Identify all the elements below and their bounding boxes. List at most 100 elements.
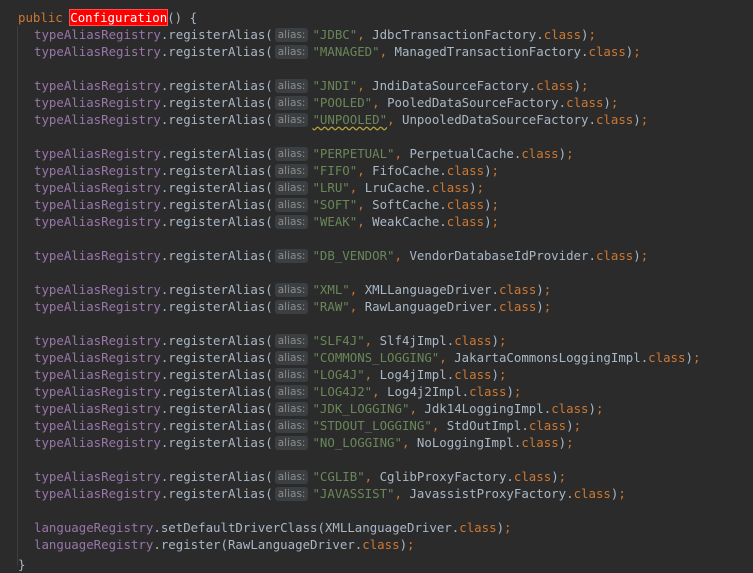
alias-string[interactable]: "JAVASSIST" <box>312 486 394 501</box>
alias-string[interactable]: "JDBC" <box>312 27 357 42</box>
registry-object[interactable]: typeAliasRegistry <box>34 146 161 161</box>
registry-object[interactable]: typeAliasRegistry <box>34 486 161 501</box>
registry-object[interactable]: typeAliasRegistry <box>34 469 161 484</box>
register-method[interactable]: registerAlias( <box>168 180 272 195</box>
alias-string[interactable]: "POOLED" <box>312 95 372 110</box>
register-method[interactable]: registerAlias( <box>168 163 272 178</box>
alias-string[interactable]: "XML" <box>312 282 349 297</box>
class-name[interactable]: SoftCache <box>372 197 439 212</box>
register-method[interactable]: registerAlias( <box>168 27 272 42</box>
register-method[interactable]: registerAlias( <box>168 350 272 365</box>
register-method[interactable]: registerAlias( <box>168 333 272 348</box>
registry-object[interactable]: typeAliasRegistry <box>34 367 161 382</box>
register-method[interactable]: registerAlias( <box>168 469 272 484</box>
registry-object[interactable]: typeAliasRegistry <box>34 299 161 314</box>
register-method[interactable]: registerAlias( <box>168 486 272 501</box>
class-name[interactable]: CglibProxyFactory <box>380 469 507 484</box>
register-method[interactable]: registerAlias( <box>168 146 272 161</box>
class-name[interactable]: XMLLanguageDriver <box>325 520 452 535</box>
register-method[interactable]: registerAlias( <box>168 78 272 93</box>
registry-object[interactable]: typeAliasRegistry <box>34 384 161 399</box>
registry-object[interactable]: typeAliasRegistry <box>34 78 161 93</box>
class-name[interactable]: PooledDataSourceFactory <box>387 95 559 110</box>
registry-object[interactable]: typeAliasRegistry <box>34 163 161 178</box>
register-method[interactable]: register( <box>161 537 228 552</box>
register-method[interactable]: registerAlias( <box>168 367 272 382</box>
register-method[interactable]: setDefaultDriverClass( <box>161 520 325 535</box>
alias-string[interactable]: "JNDI" <box>312 78 357 93</box>
class-name[interactable]: RawLanguageDriver <box>365 299 492 314</box>
class-name[interactable]: JavassistProxyFactory <box>409 486 566 501</box>
class-name[interactable]: XMLLanguageDriver <box>365 282 492 297</box>
register-method[interactable]: registerAlias( <box>168 248 272 263</box>
registry-object[interactable]: typeAliasRegistry <box>34 350 161 365</box>
registry-object[interactable]: typeAliasRegistry <box>34 401 161 416</box>
class-name[interactable]: Log4j2Impl <box>387 384 462 399</box>
register-method[interactable]: registerAlias( <box>168 95 272 110</box>
alias-string[interactable]: "LOG4J2" <box>312 384 372 399</box>
class-name[interactable]: StdOutImpl <box>447 418 522 433</box>
register-alias-line: typeAliasRegistry. registerAlias(alias: "F… <box>34 162 499 179</box>
register-method[interactable]: registerAlias( <box>168 44 272 59</box>
registry-object[interactable]: typeAliasRegistry <box>34 214 161 229</box>
class-name[interactable]: UnpooledDataSourceFactory <box>402 112 589 127</box>
registry-object[interactable]: typeAliasRegistry <box>34 27 161 42</box>
class-name[interactable]: PerpetualCache <box>409 146 513 161</box>
register-method[interactable]: registerAlias( <box>168 401 272 416</box>
registry-object[interactable]: typeAliasRegistry <box>34 248 161 263</box>
registry-object[interactable]: typeAliasRegistry <box>34 418 161 433</box>
class-name[interactable]: NoLoggingImpl <box>417 435 514 450</box>
class-name[interactable]: Slf4jImpl <box>380 333 447 348</box>
alias-string[interactable]: "STDOUT_LOGGING" <box>312 418 431 433</box>
registry-object[interactable]: typeAliasRegistry <box>34 44 161 59</box>
registry-object[interactable]: typeAliasRegistry <box>34 180 161 195</box>
class-name[interactable]: WeakCache <box>372 214 439 229</box>
class-name[interactable]: Jdk14LoggingImpl <box>424 401 543 416</box>
class-name[interactable]: LruCache <box>365 180 425 195</box>
alias-string[interactable]: "FIFO" <box>312 163 357 178</box>
alias-string[interactable]: "COMMONS_LOGGING" <box>312 350 439 365</box>
register-method[interactable]: registerAlias( <box>168 197 272 212</box>
registry-object[interactable]: typeAliasRegistry <box>34 112 161 127</box>
registry-object[interactable]: languageRegistry <box>34 520 153 535</box>
parameter-hint: alias: <box>274 385 309 399</box>
alias-string[interactable]: "DB_VENDOR" <box>312 248 394 263</box>
registry-object[interactable]: languageRegistry <box>34 537 153 552</box>
alias-string[interactable]: "RAW" <box>312 299 349 314</box>
method-name-highlight[interactable]: Configuration <box>69 9 169 26</box>
class-name[interactable]: Log4jImpl <box>380 367 447 382</box>
register-method[interactable]: registerAlias( <box>168 299 272 314</box>
registry-object[interactable]: typeAliasRegistry <box>34 95 161 110</box>
alias-string[interactable]: "LOG4J" <box>312 367 364 382</box>
registry-object[interactable]: typeAliasRegistry <box>34 197 161 212</box>
class-name[interactable]: FifoCache <box>372 163 439 178</box>
class-name[interactable]: ManagedTransactionFactory <box>395 44 582 59</box>
register-method[interactable]: registerAlias( <box>168 435 272 450</box>
alias-string[interactable]: "MANAGED" <box>312 44 379 59</box>
alias-string[interactable]: "WEAK" <box>312 214 357 229</box>
register-method[interactable]: registerAlias( <box>168 112 272 127</box>
registry-object[interactable]: typeAliasRegistry <box>34 333 161 348</box>
close-paren: ) <box>588 401 596 416</box>
class-name[interactable]: VendorDatabaseIdProvider <box>409 248 588 263</box>
alias-string[interactable]: "LRU" <box>312 180 349 195</box>
code-editor[interactable]: public Configuration() { typeAliasRegist… <box>0 0 753 573</box>
register-method[interactable]: registerAlias( <box>168 418 272 433</box>
class-keyword: class <box>446 214 485 229</box>
registry-object[interactable]: typeAliasRegistry <box>34 435 161 450</box>
alias-string[interactable]: "CGLIB" <box>312 469 364 484</box>
register-method[interactable]: registerAlias( <box>168 282 272 297</box>
alias-string[interactable]: "SOFT" <box>312 197 357 212</box>
class-name[interactable]: JakartaCommonsLoggingImpl <box>454 350 641 365</box>
register-method[interactable]: registerAlias( <box>168 384 272 399</box>
alias-string[interactable]: "SLF4J" <box>312 333 364 348</box>
class-name[interactable]: RawLanguageDriver <box>228 537 355 552</box>
registry-object[interactable]: typeAliasRegistry <box>34 282 161 297</box>
alias-string[interactable]: "NO_LOGGING" <box>312 435 402 450</box>
alias-string[interactable]: "PERPETUAL" <box>312 146 394 161</box>
class-name[interactable]: JndiDataSourceFactory <box>372 78 529 93</box>
alias-string[interactable]: "JDK_LOGGING" <box>312 401 409 416</box>
alias-string[interactable]: "UNPOOLED" <box>312 112 387 127</box>
class-name[interactable]: JdbcTransactionFactory <box>372 27 536 42</box>
register-method[interactable]: registerAlias( <box>168 214 272 229</box>
